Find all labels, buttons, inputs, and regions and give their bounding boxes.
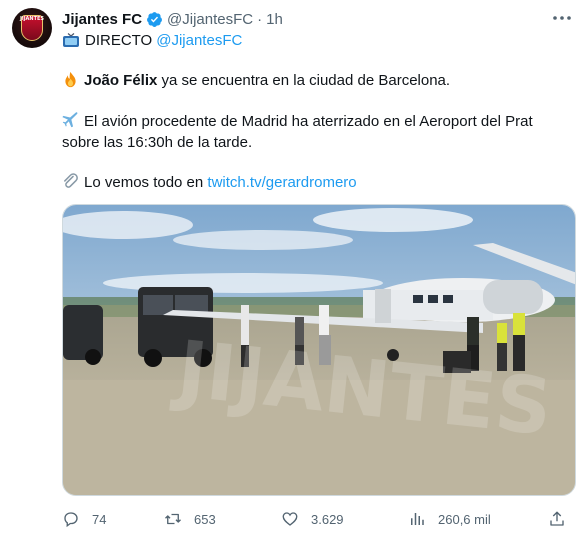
action-bar: 74 653 3.629 260,6 mil [62, 510, 576, 530]
line1-rest: ya se encuentra en la ciudad de Barcelon… [161, 72, 451, 89]
share-icon [550, 511, 564, 526]
tweet-card[interactable]: JIJANTES Jijantes FC @JijantesFC · 1h DI… [0, 0, 588, 538]
paperclip-icon [64, 173, 78, 188]
retweet-button[interactable]: 653 [164, 510, 216, 528]
airport-photo: JIJANTES [63, 205, 575, 495]
retweet-count: 653 [194, 511, 216, 527]
twitch-link[interactable]: twitch.tv/gerardromero [207, 174, 356, 191]
views-button[interactable]: 260,6 mil [408, 510, 491, 528]
tv-icon [63, 32, 79, 47]
live-mention-link[interactable]: @JijantesFC [156, 32, 242, 49]
line3-text: Lo vemos todo en [84, 174, 204, 191]
like-button[interactable]: 3.629 [281, 510, 344, 528]
tweet-time[interactable]: 1h [266, 11, 283, 28]
author-name[interactable]: Jijantes FC [62, 11, 142, 28]
separator-dot: · [257, 10, 263, 28]
like-count: 3.629 [311, 511, 344, 527]
share-button[interactable] [548, 510, 578, 528]
tweet-text-line-3: Lo vemos todo en twitch.tv/gerardromero [62, 173, 357, 193]
tweet-header: Jijantes FC @JijantesFC · 1h [62, 9, 283, 29]
verified-icon [147, 11, 162, 27]
tweet-text-line-2: El avión procedente de Madrid ha aterriz… [62, 112, 533, 132]
views-icon [411, 513, 424, 525]
reply-button[interactable]: 74 [62, 510, 106, 528]
tweet-text-line-1: João Félix ya se encuentra en la ciudad … [62, 71, 450, 91]
live-label: DIRECTO [85, 32, 153, 49]
author-handle[interactable]: @JijantesFC [167, 11, 253, 28]
avatar-text: JIJANTES [19, 16, 45, 22]
avatar[interactable]: JIJANTES [12, 8, 52, 48]
airplane-icon [62, 112, 78, 128]
tweet-image[interactable]: JIJANTES [62, 204, 576, 496]
reply-icon [64, 512, 78, 528]
player-name: João Félix [84, 72, 158, 89]
live-line: DIRECTO @JijantesFC [62, 32, 242, 49]
like-icon [282, 512, 298, 526]
fire-icon [65, 71, 76, 88]
tweet-text-line-2b: sobre las 16:30h de la tarde. [62, 134, 253, 151]
retweet-icon [165, 513, 181, 525]
reply-count: 74 [92, 511, 107, 527]
line2a: El avión procedente de Madrid ha aterriz… [84, 113, 533, 130]
views-count: 260,6 mil [438, 511, 491, 527]
more-icon[interactable] [550, 10, 574, 26]
